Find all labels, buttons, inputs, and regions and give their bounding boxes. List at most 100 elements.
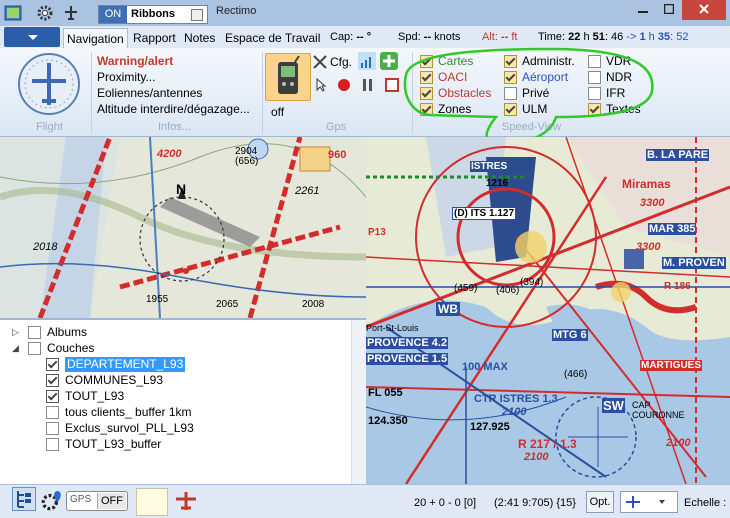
tools-icon[interactable] bbox=[312, 54, 328, 70]
close-button[interactable] bbox=[682, 0, 726, 20]
plane-icon[interactable] bbox=[62, 4, 80, 22]
layers-tree-toggle-icon[interactable] bbox=[12, 487, 36, 511]
tab-espace-de-travail[interactable]: Espace de Travail bbox=[222, 28, 323, 48]
ribbons-toggle[interactable]: ON Ribbons bbox=[98, 5, 208, 24]
tree-checkbox[interactable] bbox=[46, 406, 59, 419]
map-label: ISTRES bbox=[470, 161, 509, 172]
warning-alert-link[interactable]: Warning/alert bbox=[97, 53, 173, 69]
tree-layer-item[interactable]: DEPARTEMENT_L93 bbox=[65, 357, 186, 372]
tree-layer-item[interactable]: COMMUNES_L93 bbox=[65, 373, 163, 388]
coordinates-readout: (2:41 9:705) {15} bbox=[494, 497, 576, 509]
alt-unit: ft bbox=[511, 31, 518, 43]
ribbons-toggle-label: Ribbons bbox=[131, 8, 175, 20]
ribbon-separator bbox=[262, 52, 263, 134]
tree-group[interactable]: Albums bbox=[47, 325, 87, 340]
gps-toggle-state: OFF bbox=[97, 493, 126, 509]
time-label: Time: bbox=[538, 31, 566, 43]
maximize-button[interactable] bbox=[656, 0, 682, 20]
ribbon-separator bbox=[91, 52, 92, 134]
map-label: 1216 bbox=[486, 178, 509, 189]
record-icon[interactable] bbox=[337, 78, 351, 92]
time-remaining-hours-unit: h bbox=[648, 31, 655, 43]
map-label: 2100 bbox=[502, 406, 527, 418]
aircraft-icon[interactable] bbox=[174, 489, 198, 513]
right-map[interactable]: ISTRES 1216 Miramas B. LA PARE 3300 (D) … bbox=[366, 137, 730, 484]
tree-layer-item[interactable]: Exclus_survol_PLL_L93 bbox=[65, 421, 194, 436]
window-title: Rectimo bbox=[216, 5, 257, 17]
menu-bar: Navigation Rapport Notes Espace de Trava… bbox=[0, 26, 730, 49]
cap-readout: Cap: -- ° bbox=[330, 29, 371, 45]
map-label: 127.925 bbox=[470, 421, 510, 433]
minimize-button[interactable] bbox=[630, 0, 656, 20]
time-readout: Time: 22 h 51: 46 -> 1 h 35: 52 bbox=[538, 29, 688, 45]
eoliennes-link[interactable]: Eoliennes/antennes bbox=[97, 85, 202, 101]
tree-group[interactable]: Couches bbox=[47, 341, 94, 356]
tree-checkbox[interactable] bbox=[46, 374, 59, 387]
alt-value: -- bbox=[500, 31, 509, 43]
map-label: (406) bbox=[496, 285, 520, 296]
tab-rapport[interactable]: Rapport bbox=[130, 28, 179, 48]
map-label: 2100 bbox=[524, 451, 549, 463]
gps-device-button[interactable] bbox=[265, 53, 311, 101]
tree-checkbox[interactable] bbox=[46, 438, 59, 451]
time-remaining-minutes: 35 bbox=[657, 31, 671, 43]
gear-icon[interactable] bbox=[36, 4, 54, 22]
map-label: B. LA PARE bbox=[646, 149, 710, 161]
options-button[interactable]: Opt. bbox=[586, 491, 614, 513]
map-label: Miramas bbox=[622, 177, 671, 191]
title-bar: ON Ribbons Rectimo bbox=[0, 0, 730, 27]
tree-checkbox[interactable] bbox=[28, 326, 41, 339]
app-menu-button[interactable] bbox=[4, 27, 60, 47]
ribbons-close-icon[interactable] bbox=[191, 9, 203, 21]
tree-layer-item[interactable]: TOUT_L93 bbox=[65, 389, 124, 404]
north-indicator: N bbox=[176, 181, 187, 197]
stop-icon[interactable] bbox=[385, 78, 399, 92]
map-label: 3300 bbox=[636, 241, 661, 253]
tree-layer-item[interactable]: tous clients_ buffer 1km bbox=[65, 405, 192, 420]
tree-scrollbar[interactable] bbox=[351, 320, 366, 484]
layers-tree[interactable]: ▷ Albums ◢ Couches DEPARTEMENT_L93 COMMUNES_L… bbox=[0, 318, 366, 486]
gps-toggle[interactable]: GPS OFF bbox=[66, 491, 128, 511]
map-label: R 217 / 1.3 bbox=[518, 437, 577, 451]
tree-expander-icon[interactable]: ▷ bbox=[12, 325, 19, 340]
map-label: PROVENCE 4.2 bbox=[366, 337, 449, 349]
altitude-interdite-link[interactable]: Altitude interdire/dégazage... bbox=[97, 101, 250, 117]
pause-icon[interactable] bbox=[361, 78, 375, 92]
cursor-icon[interactable] bbox=[316, 78, 326, 92]
tab-navigation[interactable]: Navigation bbox=[63, 28, 128, 49]
map-mode-dropdown[interactable] bbox=[620, 491, 678, 513]
map-label: CTR ISTRES 1.3 bbox=[474, 393, 558, 405]
tree-checkbox[interactable] bbox=[46, 422, 59, 435]
add-waypoint-icon[interactable] bbox=[380, 52, 398, 70]
signal-icon[interactable] bbox=[358, 52, 376, 70]
note-box[interactable] bbox=[136, 488, 168, 516]
map-label: 124.350 bbox=[368, 415, 408, 427]
app-icon[interactable] bbox=[4, 4, 22, 22]
scale-label: Echelle : bbox=[684, 497, 727, 509]
alt-readout: Alt: -- ft bbox=[482, 29, 517, 45]
proximity-link[interactable]: Proximity... bbox=[97, 69, 155, 85]
tree-checkbox[interactable] bbox=[46, 390, 59, 403]
tree-checkbox[interactable] bbox=[46, 358, 59, 371]
map-label: 1955 bbox=[146, 294, 169, 305]
speed-value: -- bbox=[423, 31, 432, 43]
cap-label: Cap: bbox=[330, 31, 354, 43]
tree-layer-item[interactable]: TOUT_L93_buffer bbox=[65, 437, 161, 452]
ribbons-toggle-on[interactable]: ON bbox=[99, 6, 127, 23]
map-label: 2100 bbox=[666, 437, 691, 449]
map-label: 960 bbox=[328, 149, 347, 161]
map-label: SW bbox=[602, 398, 625, 413]
tab-notes[interactable]: Notes bbox=[181, 28, 218, 48]
gps-config-label[interactable]: Cfg. bbox=[330, 55, 352, 69]
tree-checkbox[interactable] bbox=[28, 342, 41, 355]
tree-expander-icon[interactable]: ◢ bbox=[12, 341, 19, 356]
left-map[interactable]: 4200 2904 (656) 960 2261 2018 1955 2065 … bbox=[0, 137, 366, 318]
time-arrow: -> bbox=[626, 31, 637, 43]
map-label: MTG 6 bbox=[552, 329, 588, 341]
map-label: P13 bbox=[368, 227, 386, 238]
compass-icon[interactable] bbox=[14, 51, 84, 117]
map-label: (656) bbox=[235, 156, 259, 167]
settings-location-icon[interactable] bbox=[40, 489, 64, 513]
time-minutes: 51 bbox=[592, 31, 605, 43]
map-label: MARTIGUES bbox=[640, 360, 702, 371]
